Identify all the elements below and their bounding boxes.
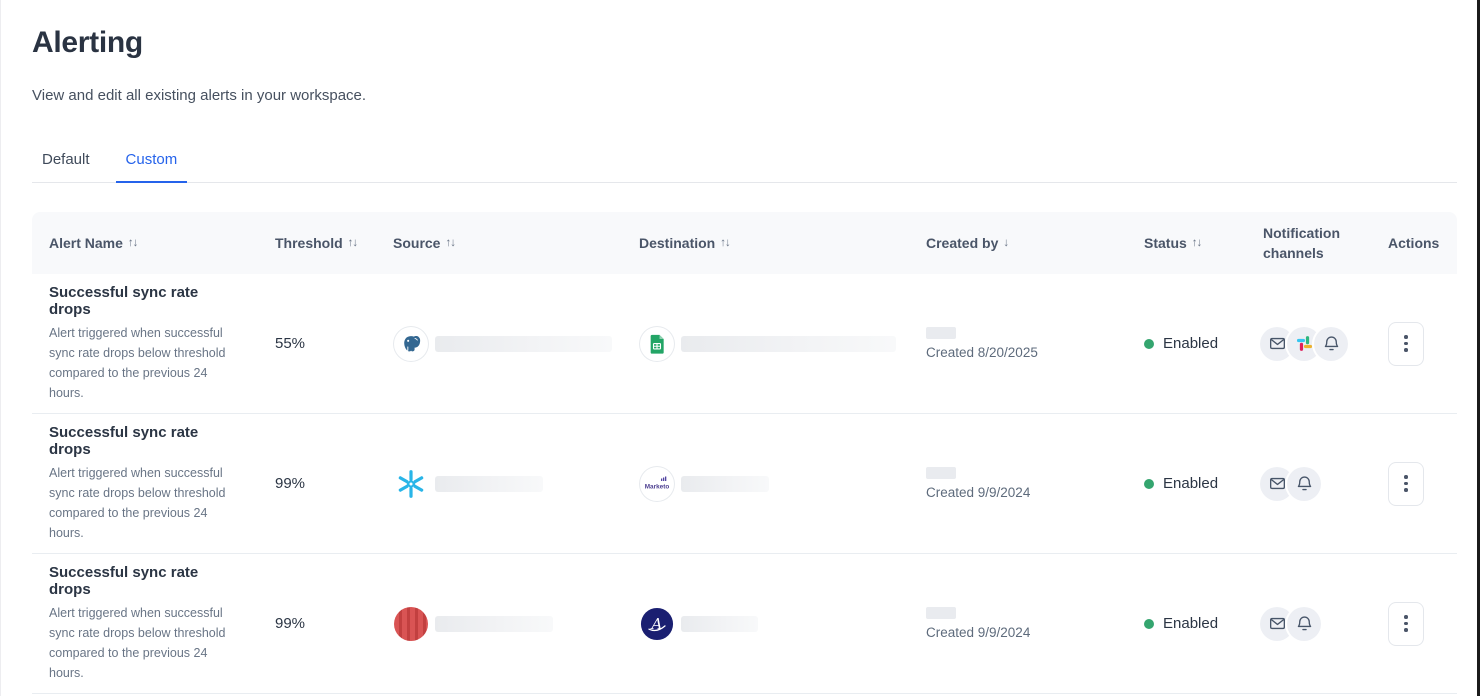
threshold-value: 99% [258, 465, 376, 502]
status-cell: Enabled [1127, 465, 1246, 502]
alert-description: Alert triggered when successful sync rat… [49, 463, 244, 543]
created-by-cell: Created 9/9/2024 [909, 457, 1127, 510]
column-header-alert-name[interactable]: Alert Name ↑↓ [32, 212, 258, 274]
sort-icon: ↑↓ [128, 235, 138, 252]
alert-row: Successful sync rate drops Alert trigger… [32, 274, 1457, 414]
notification-channels-cell [1246, 457, 1371, 511]
red-striped-database-icon [393, 606, 429, 642]
actions-cell [1371, 312, 1457, 376]
column-header-actions: Actions [1371, 212, 1457, 274]
redacted-creator-name [926, 327, 956, 339]
snowflake-icon [393, 466, 429, 502]
created-date: Created 8/20/2025 [926, 345, 1117, 360]
redacted-destination-name [681, 336, 896, 352]
row-actions-button[interactable] [1388, 602, 1424, 646]
redacted-source-name [435, 336, 612, 352]
marketo-icon: Marketo [639, 466, 675, 502]
row-actions-button[interactable] [1388, 462, 1424, 506]
created-date: Created 9/9/2024 [926, 625, 1117, 640]
tab-bar: Default Custom [32, 143, 1457, 183]
status-cell: Enabled [1127, 325, 1246, 362]
column-header-threshold[interactable]: Threshold ↑↓ [258, 212, 376, 274]
screen-right-edge [1477, 0, 1480, 696]
alerts-table: Alert Name ↑↓ Threshold ↑↓ Source ↑↓ Des… [32, 212, 1457, 694]
sort-icon: ↑↓ [1192, 235, 1202, 252]
alert-name-cell: Successful sync rate drops Alert trigger… [32, 274, 258, 413]
alert-name: Successful sync rate drops [49, 284, 244, 318]
table-header-row: Alert Name ↑↓ Threshold ↑↓ Source ↑↓ Des… [32, 212, 1457, 274]
page-title: Alerting [32, 26, 1456, 60]
destination-cell [622, 316, 909, 372]
status-dot-icon [1144, 339, 1154, 349]
status-badge: Enabled [1163, 615, 1218, 632]
sort-icon: ↑↓ [445, 235, 455, 252]
column-header-notification-channels: Notification channels [1246, 212, 1371, 274]
threshold-value: 99% [258, 605, 376, 642]
notification-channels-cell [1246, 597, 1371, 651]
alert-description: Alert triggered when successful sync rat… [49, 603, 244, 683]
google-sheets-icon [639, 326, 675, 362]
sort-icon: ↓ [1003, 235, 1008, 252]
source-cell [376, 596, 622, 652]
column-header-status[interactable]: Status ↑↓ [1127, 212, 1246, 274]
column-header-destination[interactable]: Destination ↑↓ [622, 212, 909, 274]
bell-channel-icon [1314, 327, 1348, 361]
status-dot-icon [1144, 619, 1154, 629]
redacted-creator-name [926, 467, 956, 479]
status-dot-icon [1144, 479, 1154, 489]
alert-name: Successful sync rate drops [49, 564, 244, 598]
sort-icon: ↑↓ [720, 235, 730, 252]
svg-text:Marketo: Marketo [645, 483, 670, 490]
created-date: Created 9/9/2024 [926, 485, 1117, 500]
source-cell [376, 316, 622, 372]
page-subtitle: View and edit all existing alerts in you… [32, 87, 1456, 104]
alert-name: Successful sync rate drops [49, 424, 244, 458]
postgresql-icon [393, 326, 429, 362]
actions-cell [1371, 592, 1457, 656]
row-actions-button[interactable] [1388, 322, 1424, 366]
alerting-page: Alerting View and edit all existing aler… [1, 0, 1482, 694]
bell-channel-icon [1287, 607, 1321, 641]
alert-description: Alert triggered when successful sync rat… [49, 323, 244, 403]
created-by-cell: Created 9/9/2024 [909, 597, 1127, 650]
created-by-cell: Created 8/20/2025 [909, 317, 1127, 370]
redacted-destination-name [681, 616, 758, 632]
status-cell: Enabled [1127, 605, 1246, 642]
column-header-created-by[interactable]: Created by ↓ [909, 212, 1127, 274]
redacted-creator-name [926, 607, 956, 619]
redacted-source-name [435, 616, 553, 632]
redacted-source-name [435, 476, 543, 492]
alert-name-cell: Successful sync rate drops Alert trigger… [32, 414, 258, 553]
tab-default[interactable]: Default [32, 143, 100, 183]
threshold-value: 55% [258, 325, 376, 362]
actions-cell [1371, 452, 1457, 516]
notification-channels-cell [1246, 317, 1371, 371]
alert-row: Successful sync rate drops Alert trigger… [32, 414, 1457, 554]
destination-cell: A [622, 596, 909, 652]
status-badge: Enabled [1163, 335, 1218, 352]
redacted-destination-name [681, 476, 769, 492]
amplitude-icon: A [639, 606, 675, 642]
tab-custom[interactable]: Custom [116, 143, 188, 183]
alert-name-cell: Successful sync rate drops Alert trigger… [32, 554, 258, 693]
source-cell [376, 456, 622, 512]
status-badge: Enabled [1163, 475, 1218, 492]
sort-icon: ↑↓ [348, 235, 358, 252]
destination-cell: Marketo [622, 456, 909, 512]
alert-row: Successful sync rate drops Alert trigger… [32, 554, 1457, 694]
bell-channel-icon [1287, 467, 1321, 501]
column-header-source[interactable]: Source ↑↓ [376, 212, 622, 274]
